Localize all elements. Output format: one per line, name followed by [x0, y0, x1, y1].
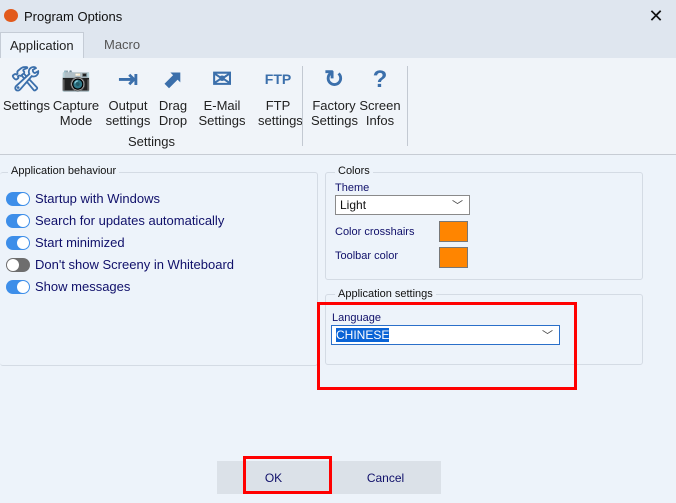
output-icon: ⇥ — [117, 65, 139, 93]
reset-icon: ↻ — [323, 65, 345, 93]
theme-value: Light — [340, 198, 367, 212]
toggle-switch[interactable] — [6, 192, 30, 206]
option-label: Don't show Screeny in Whiteboard — [35, 257, 235, 272]
toggle-switch[interactable] — [6, 214, 30, 228]
ribbon-button-label: E-Mail Settings — [198, 98, 246, 128]
tab-macro[interactable]: Macro — [95, 32, 149, 58]
ribbon-button-label: Drag Drop — [158, 98, 188, 128]
tools-icon: 🛠 — [10, 65, 41, 93]
ribbon-button-ftp[interactable]: FTP FTP settings — [258, 64, 303, 128]
ribbon-button-output[interactable]: ⇥ Output settings — [104, 64, 152, 128]
colors-title: Colors — [335, 165, 373, 177]
ribbon-button-label: Screen Infos — [359, 98, 401, 128]
ribbon-button-reset[interactable]: ↻ Factory Settings — [311, 64, 358, 128]
toolbar-color-label: Toolbar color — [335, 250, 398, 262]
theme-select[interactable]: Light ﹀ — [335, 195, 470, 215]
window-title: Program Options — [24, 9, 123, 24]
ribbon-button-label: Capture Mode — [52, 98, 100, 128]
ftp-icon: FTP — [264, 70, 292, 87]
ribbon-separator — [302, 66, 303, 146]
chevron-down-icon: ﹀ — [452, 200, 463, 212]
ribbon-button-label: Factory Settings — [311, 98, 358, 128]
toolbar-color-swatch[interactable] — [439, 247, 468, 268]
option-label: Startup with Windows — [35, 191, 160, 206]
app-icon — [4, 9, 18, 22]
ribbon-separator — [407, 66, 408, 146]
mail-icon: ✉ — [211, 65, 233, 93]
close-button[interactable]: ✕ — [646, 6, 666, 27]
ribbon-button-label: Settings — [3, 98, 50, 113]
ribbon-group-label: Settings — [128, 134, 175, 149]
crosshairs-color-swatch[interactable] — [439, 221, 468, 242]
ribbon-button-tools[interactable]: 🛠 Settings — [3, 64, 50, 113]
crosshairs-label: Color crosshairs — [335, 226, 415, 238]
ribbon-button-screen-info[interactable]: ? Screen Infos — [358, 64, 402, 128]
option-label: Show messages — [35, 279, 131, 294]
ribbon-button-drag-drop[interactable]: ⬈ Drag Drop — [154, 64, 192, 128]
option-label: Search for updates automatically — [35, 213, 225, 228]
behaviour-title: Application behaviour — [8, 165, 120, 177]
theme-label: Theme — [335, 182, 370, 194]
ribbon-button-label: Output settings — [105, 98, 151, 128]
toggle-switch[interactable] — [6, 280, 30, 294]
drag-drop-icon: ⬈ — [162, 65, 184, 93]
toggle-switch[interactable] — [6, 236, 30, 250]
camera-icon: 📷 — [61, 65, 91, 93]
ribbon-button-label: FTP settings — [258, 98, 303, 128]
app-settings-title: Application settings — [335, 288, 436, 300]
option-label: Start minimized — [35, 235, 125, 250]
tab-application[interactable]: Application — [0, 32, 84, 58]
ribbon-button-camera[interactable]: 📷 Capture Mode — [51, 64, 101, 128]
highlight-box — [317, 302, 577, 390]
highlight-box — [243, 456, 332, 494]
toggle-switch[interactable] — [6, 258, 30, 272]
screen-info-icon: ? — [372, 65, 388, 93]
cancel-button[interactable]: Cancel — [330, 461, 441, 494]
ribbon-button-mail[interactable]: ✉ E-Mail Settings — [198, 64, 246, 128]
